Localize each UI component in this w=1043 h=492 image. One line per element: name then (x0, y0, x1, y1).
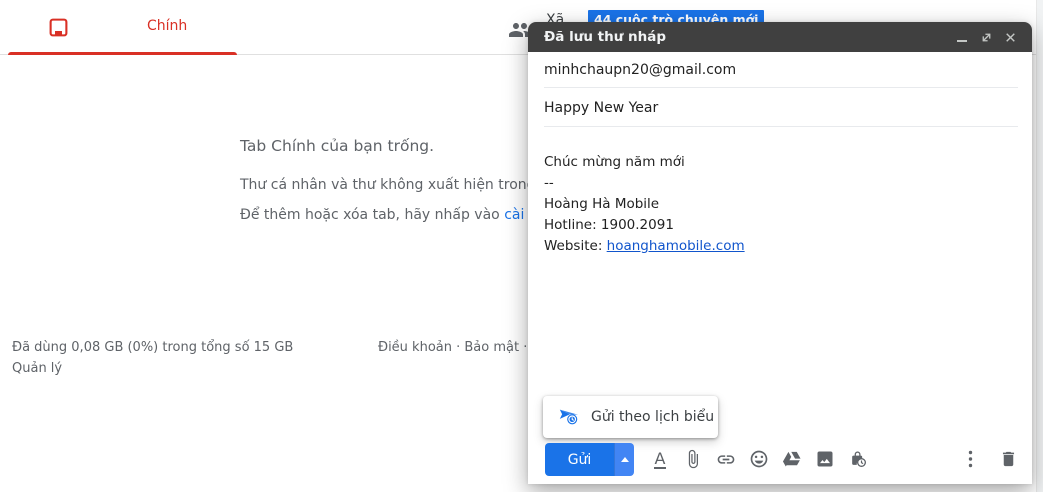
schedule-send-icon (558, 406, 580, 428)
formatting-options-icon[interactable]: A (650, 447, 670, 471)
minimize-icon[interactable] (950, 22, 974, 52)
close-icon[interactable] (998, 22, 1022, 52)
tab-social[interactable]: Xã ... 44 cuộc trò chuyện mới Facebook, … (243, 0, 765, 55)
subject-value: Happy New Year (544, 100, 659, 116)
more-options-icon[interactable] (960, 447, 980, 471)
body-line: -- (544, 175, 554, 191)
storage-usage-text: Đã dùng 0,08 GB (0%) trong tổng số 15 GB (12, 340, 294, 355)
manage-storage-link[interactable]: Quản lý (12, 361, 62, 376)
empty-tab-title: Tab Chính của bạn trống. (240, 137, 435, 155)
discard-draft-icon[interactable] (998, 447, 1018, 471)
tab-primary[interactable]: Chính (0, 0, 243, 55)
drive-icon[interactable] (782, 447, 802, 471)
send-button-group: Gửi (545, 443, 634, 476)
compose-window-controls (950, 22, 1022, 52)
primary-tab-icon (48, 17, 69, 42)
compose-toolbar: A (650, 447, 868, 471)
dropdown-arrow-icon (620, 457, 629, 462)
recipient-value: minhchaupn20@gmail.com (544, 62, 737, 78)
compose-header[interactable]: Đã lưu thư nháp (528, 22, 1032, 52)
body-line: Hotline: 1900.2091 (544, 217, 674, 233)
send-options-dropdown[interactable] (614, 443, 634, 476)
compose-toolbar-right (960, 447, 1018, 471)
schedule-send-menu-item[interactable]: Gửi theo lịch biểu (543, 396, 718, 438)
recipient-field[interactable]: minhchaupn20@gmail.com (528, 52, 1032, 88)
legal-links[interactable]: Điều khoản · Bảo mật · Ch (378, 340, 549, 355)
website-link[interactable]: hoanghamobile.com (607, 238, 745, 254)
body-line: Hoàng Hà Mobile (544, 196, 660, 212)
active-tab-indicator (8, 52, 237, 55)
body-line: Website: hoanghamobile.com (544, 238, 745, 254)
tab-primary-label: Chính (147, 18, 188, 34)
insert-photo-icon[interactable] (815, 447, 835, 471)
page-scrollbar[interactable] (1036, 0, 1043, 492)
insert-link-icon[interactable] (716, 447, 736, 471)
insert-emoji-icon[interactable] (749, 447, 769, 471)
schedule-send-label: Gửi theo lịch biểu (591, 409, 715, 425)
message-body[interactable]: Chúc mừng năm mới -- Hoàng Hà Mobile Hot… (544, 152, 1014, 257)
subject-field[interactable]: Happy New Year (528, 88, 1032, 127)
attach-file-icon[interactable] (683, 447, 703, 471)
pop-out-icon[interactable] (974, 22, 998, 52)
send-button[interactable]: Gửi (545, 443, 614, 476)
compose-title: Đã lưu thư nháp (544, 29, 667, 45)
body-line: Chúc mừng năm mới (544, 154, 685, 170)
compose-window: Đã lưu thư nháp minhchaupn20@gmail.com H… (528, 22, 1032, 484)
empty-tab-description: Thư cá nhân và thư không xuất hiện trong… (240, 177, 564, 193)
empty-tab-hint-text: Để thêm hoặc xóa tab, hãy nhấp vào (240, 207, 505, 223)
confidential-mode-icon[interactable] (848, 447, 868, 471)
empty-tab-hint: Để thêm hoặc xóa tab, hãy nhấp vào cài đ… (240, 207, 574, 223)
